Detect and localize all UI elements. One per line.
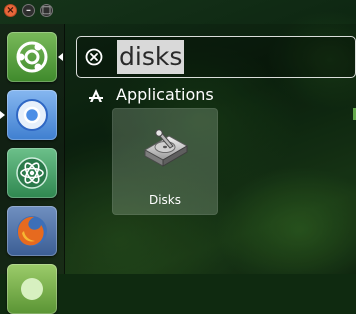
launcher-item-firefox[interactable] [7,206,57,256]
atom-icon [16,157,48,189]
clear-search-icon[interactable] [85,48,103,66]
applications-icon [89,89,103,102]
ubuntu-logo-icon [16,41,48,73]
close-window-button[interactable]: × [4,4,17,17]
window-controls: × – □ [4,4,53,17]
app-result-label: Disks [148,193,182,207]
minimize-window-button[interactable]: – [22,4,35,17]
launcher-item-atom[interactable] [7,148,57,198]
app-result-disks[interactable]: Disks [112,108,218,215]
category-header[interactable]: Applications [116,85,214,105]
running-pip-icon [0,111,5,119]
launcher [0,24,65,314]
chromium-icon [16,99,48,131]
active-pip-icon [58,53,63,61]
maximize-window-button[interactable]: □ [40,4,53,17]
firefox-icon [17,216,47,246]
search-input[interactable]: disks [117,40,185,74]
dash-panel: disks Applications Disks [64,24,356,274]
launcher-item-dash[interactable] [7,32,57,82]
app-icon [21,278,43,300]
search-box[interactable]: disks [76,36,356,78]
launcher-item-chromium[interactable] [7,90,57,140]
disks-icon [143,129,189,167]
launcher-item-app[interactable] [7,264,57,314]
